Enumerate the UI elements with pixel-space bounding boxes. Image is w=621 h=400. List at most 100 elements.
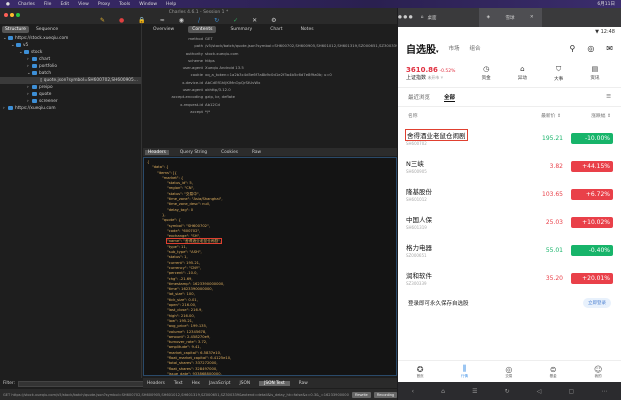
menu-view[interactable]: View (78, 2, 89, 7)
nav-icon: ⫼ (462, 364, 467, 373)
nav-2[interactable]: ◎ 交易 (505, 365, 512, 379)
json-text: "code": "600702", (167, 228, 201, 233)
tab-summary[interactable]: Summary (226, 26, 256, 33)
more-icon[interactable]: ⋯ (601, 388, 607, 395)
emulator-tab[interactable]: ◈ 雪球 ✕ (478, 8, 542, 27)
menu-icon[interactable]: ☰ (606, 94, 611, 100)
tab-notes[interactable]: Notes (297, 26, 318, 33)
header-row: scheme https (143, 57, 397, 64)
gear-icon[interactable]: ⚙ (271, 17, 276, 24)
menu-proxy[interactable]: Proxy (98, 2, 110, 7)
json-body[interactable]: {"data": {"items": [{"market": {"status_… (143, 157, 397, 376)
tab-hex[interactable]: Hex (192, 381, 200, 386)
login-button[interactable]: 立即登录 (583, 298, 611, 308)
quick-1[interactable]: ⌂ 异动 (505, 65, 539, 82)
tab-overview[interactable]: Overview (149, 26, 178, 33)
apple-menu-icon[interactable]: ● (6, 2, 10, 7)
tab-javascript[interactable]: JavaScript (209, 381, 231, 386)
tree-node[interactable]: ⌄ stock (0, 49, 141, 56)
stock-row[interactable]: 舍得酒业老鼠仓闹剧 SH600702 195.21 -10.00% (398, 124, 621, 152)
subtab-headers[interactable]: Headers (145, 149, 169, 155)
emulator-tab[interactable]: ⌂ 桌面 (413, 8, 479, 27)
tab-headers[interactable]: Headers (147, 381, 165, 386)
quick-3[interactable]: ▤ 资讯 (578, 65, 612, 82)
quick-icon: ▤ (591, 64, 599, 73)
home-icon[interactable]: ⌂ (441, 388, 445, 395)
tree-node[interactable]: ▯ quote.json?symbol=SH600702,SH600905... (0, 77, 141, 84)
nav-3[interactable]: ⊜ 基金 (550, 365, 557, 379)
index-summary[interactable]: 3610.86 -0.52% 上证指数 未开市 ▾ (406, 66, 468, 81)
tree-node[interactable]: › chart (0, 56, 141, 63)
tree-node[interactable]: › screener (0, 98, 141, 105)
tab-raw[interactable]: Raw (299, 381, 308, 386)
quick-2[interactable]: ⛉ 大事 (542, 65, 576, 82)
stock-row[interactable]: 隆基股份 SH601012 103.65 +6.72% (398, 180, 621, 208)
turtle-icon[interactable]: ≈ (160, 17, 165, 24)
tree-node[interactable]: ⌄ batch (0, 70, 141, 77)
tab-chart[interactable]: Chart (266, 26, 286, 33)
subtab-query-string[interactable]: Query String (177, 150, 210, 155)
nav-1[interactable]: ⫼ 行情 (461, 364, 468, 379)
tab-recent[interactable]: 最近浏览 (408, 93, 430, 101)
tab-all[interactable]: 全部 (444, 93, 456, 102)
pen-icon[interactable]: / (198, 17, 200, 24)
tree-node[interactable]: › portfolio (0, 63, 141, 70)
tree-node[interactable]: › https://xueqiu.com (0, 105, 141, 112)
nav-4[interactable]: ☺ 我的 (594, 365, 602, 379)
tab-portfolio[interactable]: 组合 (470, 44, 481, 52)
json-text: "turnover_rate": 3.72, (167, 340, 208, 345)
stock-row[interactable]: N三峡 SH600905 3.82 +44.15% (398, 152, 621, 180)
tools-icon[interactable]: ✕ (252, 17, 257, 24)
json-text: "total_shares": 337272000, (167, 361, 218, 366)
phone-emulator: ● ● ● ⌂ 桌面 ◈ 雪球 ✕ ▼ 12:48 自选股▾ 市场 组合 ⚲ ◎ ✉ 3610… (398, 8, 621, 400)
tab-json[interactable]: JSON (239, 381, 250, 386)
menu-charles[interactable]: Charles (18, 2, 35, 7)
check-icon[interactable]: ✓ (233, 17, 238, 24)
search-icon[interactable]: ⚲ (569, 44, 575, 53)
menu-window[interactable]: Window (139, 2, 157, 7)
tab-contents[interactable]: Contents (188, 26, 217, 33)
sort-change[interactable]: 涨跌幅 ⇕ (569, 112, 611, 119)
tab-structure[interactable]: Structure (2, 26, 29, 33)
nav-0[interactable]: ✪ 首页 (417, 365, 424, 379)
close-icon[interactable]: ✕ (530, 15, 534, 20)
stop-icon[interactable]: ◉ (179, 17, 184, 24)
tab-text[interactable]: Text (174, 381, 183, 386)
screenshot-icon[interactable]: ▢ (569, 388, 575, 395)
mail-icon[interactable]: ✉ (606, 44, 613, 53)
tree-node[interactable]: › quote (0, 91, 141, 98)
menu-file[interactable]: File (44, 2, 52, 7)
stock-row[interactable]: 中国人保 SH601319 25.03 +10.02% (398, 208, 621, 236)
menu-edit[interactable]: Edit (60, 2, 69, 7)
tree-node[interactable]: ⌄ v5 (0, 42, 141, 49)
back-icon[interactable]: ‹ (412, 388, 414, 395)
broom-icon[interactable]: ✎ (100, 17, 105, 24)
recording-button[interactable]: Recording (373, 391, 397, 398)
lock-icon[interactable]: 🔒 (138, 17, 145, 24)
tab-json-text[interactable]: JSON Text (259, 380, 290, 386)
rotate-icon[interactable]: ↻ (505, 388, 510, 395)
folder-icon (16, 42, 21, 47)
menu-help[interactable]: Help (166, 2, 176, 7)
watchlist-title[interactable]: 自选股▾ (406, 41, 439, 56)
refresh-icon[interactable]: ↻ (214, 17, 219, 24)
settings-icon[interactable]: ◎ (587, 44, 594, 53)
tab-market[interactable]: 市场 (449, 44, 460, 52)
volume-icon[interactable]: ◁ (537, 388, 542, 395)
subtab-cookies[interactable]: Cookies (218, 150, 241, 155)
stock-row[interactable]: 润和软件 SZ300339 35.20 +20.01% (398, 264, 621, 292)
quick-label: 大事 (554, 76, 564, 82)
stock-row[interactable]: 格力电器 SZ000651 55.01 -0.40% (398, 236, 621, 264)
tree-node[interactable]: ⌄ https://stock.xueqiu.com (0, 35, 141, 42)
menu-tools[interactable]: Tools (119, 2, 130, 7)
bottom-nav: ✪ 首页 ⫼ 行情 ◎ 交易 ⊜ 基金 ☺ 我的 (398, 360, 621, 382)
tree-node[interactable]: › preipo (0, 84, 141, 91)
quick-0[interactable]: ◷ 资金 (469, 65, 503, 82)
menu-icon[interactable]: ☰ (472, 388, 477, 395)
sort-price[interactable]: 最新价 ⇕ (511, 112, 561, 119)
record-icon[interactable]: ● (119, 17, 124, 24)
subtab-raw[interactable]: Raw (249, 150, 264, 155)
header-value: GET (205, 36, 213, 41)
rewrite-button[interactable]: Rewrite (351, 391, 371, 398)
tab-sequence[interactable]: Sequence (33, 26, 61, 33)
